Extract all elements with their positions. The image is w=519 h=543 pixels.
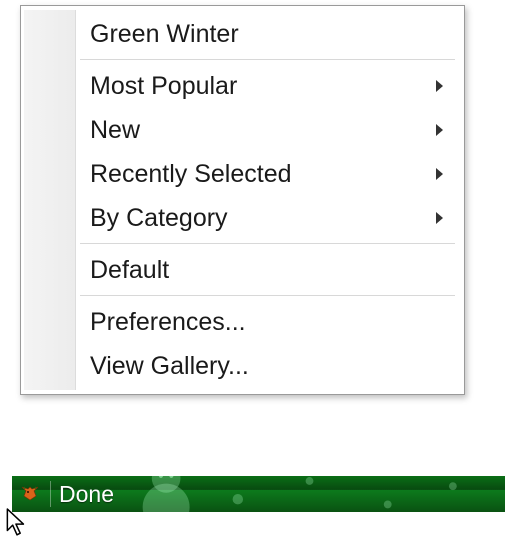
menu-item-default[interactable]: Default — [24, 248, 461, 292]
status-separator — [50, 481, 51, 507]
menu-separator — [80, 240, 461, 248]
mouse-cursor-icon — [6, 508, 32, 540]
menu-item-preferences[interactable]: Preferences... — [24, 300, 461, 344]
menu-item-label: Green Winter — [90, 20, 239, 48]
fox-icon[interactable] — [16, 476, 44, 512]
menu-item-recently-selected[interactable]: Recently Selected — [24, 152, 461, 196]
status-text: Done — [57, 481, 114, 508]
menu-item-most-popular[interactable]: Most Popular — [24, 64, 461, 108]
menu-item-by-category[interactable]: By Category — [24, 196, 461, 240]
context-menu-inner: Green Winter Most Popular New Recently S… — [24, 10, 461, 390]
menu-item-label: View Gallery... — [90, 352, 249, 380]
menu-item-label: Most Popular — [90, 72, 237, 100]
submenu-arrow-icon — [436, 124, 443, 136]
menu-item-label: Preferences... — [90, 308, 246, 336]
menu-item-view-gallery[interactable]: View Gallery... — [24, 344, 461, 388]
menu-item-label: Recently Selected — [90, 160, 292, 188]
menu-item-green-winter[interactable]: Green Winter — [24, 12, 461, 56]
window: Green Winter Most Popular New Recently S… — [0, 0, 519, 541]
menu-item-label: By Category — [90, 204, 228, 232]
menu-item-new[interactable]: New — [24, 108, 461, 152]
submenu-arrow-icon — [436, 80, 443, 92]
menu-separator — [80, 292, 461, 300]
context-menu: Green Winter Most Popular New Recently S… — [20, 5, 465, 395]
theme-background-art — [114, 476, 505, 512]
status-bar: Done — [12, 476, 505, 512]
submenu-arrow-icon — [436, 168, 443, 180]
menu-separator — [80, 56, 461, 64]
submenu-arrow-icon — [436, 212, 443, 224]
menu-item-label: New — [90, 116, 140, 144]
menu-item-label: Default — [90, 256, 169, 284]
